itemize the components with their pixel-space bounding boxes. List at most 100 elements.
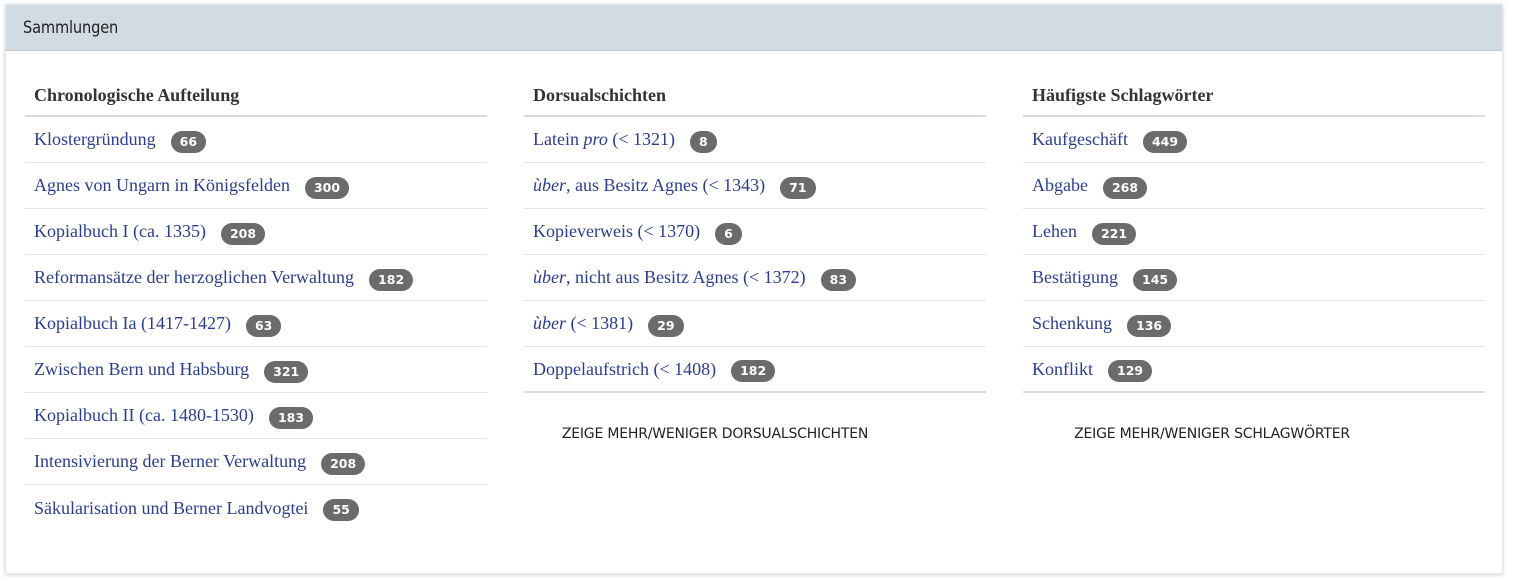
toggle-more-keywords-button[interactable]: ZEIGE MEHR/WENIGER SCHLAGWÖRTER xyxy=(1023,426,1485,442)
link-text: Bestätigung xyxy=(1032,267,1118,287)
link-text: Reformansätze der herzoglichen Verwaltun… xyxy=(34,267,355,287)
link-text: Zwischen Bern und Habsburg xyxy=(34,359,250,379)
list-item: Kaufgeschäft 449 xyxy=(1023,117,1485,163)
link-text: Intensivierung der Berner Verwaltung xyxy=(34,451,307,471)
count-badge: 145 xyxy=(1133,268,1178,291)
link-text: Kopialbuch II (ca. 1480-1530) xyxy=(34,405,254,425)
link-text: Doppelaufstrich (< 1408) xyxy=(533,358,717,379)
count-badge: 66 xyxy=(170,130,207,153)
count-badge: 221 xyxy=(1091,222,1137,245)
list-item: Doppelaufstrich (< 1408) 182 xyxy=(524,347,986,393)
list-item: ùber, nicht aus Besitz Agnes (< 1372) 83 xyxy=(524,255,986,301)
link-text: (< 1381) xyxy=(566,313,634,333)
count-badge: 71 xyxy=(780,176,816,199)
count-badge: 63 xyxy=(245,314,282,337)
link-text: , nicht aus Besitz Agnes (< 1372) xyxy=(566,267,806,287)
link-text: Schenkung xyxy=(1032,313,1112,333)
list-item: Intensivierung der Berner Verwaltung 208 xyxy=(25,439,487,485)
column-keywords: Häufigste Schlagwörter Kaufgeschäft 449 Ab… xyxy=(1023,75,1485,442)
link-text-italic: ùber xyxy=(533,267,566,287)
collection-link[interactable]: Zwischen Bern und Habsburg xyxy=(34,359,249,380)
column-title: Chronologische Aufteilung xyxy=(25,75,487,117)
link-text: , aus Besitz Agnes (< 1343) xyxy=(566,175,766,195)
link-text: (< 1321) xyxy=(607,129,675,149)
list-item: ùber (< 1381) 29 xyxy=(524,301,986,347)
link-text: Kopialbuch I (ca. 1335) xyxy=(34,221,206,241)
collection-link[interactable]: Säkularisation und Berner Landvogtei xyxy=(34,498,308,519)
collection-link[interactable]: Abgabe xyxy=(1032,175,1088,196)
list-item: Bestätigung 145 xyxy=(1023,255,1485,301)
collection-link[interactable]: Kopieverweis (< 1370) xyxy=(533,221,700,242)
collection-link[interactable]: Kaufgeschäft xyxy=(1032,129,1128,150)
list-item: Reformansätze der herzoglichen Verwaltun… xyxy=(25,255,487,301)
count-badge: 208 xyxy=(321,452,366,475)
column-chronology: Chronologische Aufteilung Klostergründun… xyxy=(25,75,487,531)
collection-link[interactable]: ùber, aus Besitz Agnes (< 1343) xyxy=(533,175,765,196)
count-badge: 208 xyxy=(220,222,266,245)
column-dorsal-layers: Dorsualschichten Latein pro (< 1321) 8 ùbe… xyxy=(524,75,986,442)
count-badge: 321 xyxy=(264,360,309,383)
list-item: Kopialbuch II (ca. 1480-1530) 183 xyxy=(25,393,487,439)
count-badge: 182 xyxy=(731,360,776,382)
count-badge: 129 xyxy=(1108,360,1153,382)
list-item: Zwischen Bern und Habsburg 321 xyxy=(25,347,487,393)
link-text: Latein xyxy=(533,129,584,149)
collection-link[interactable]: Kopialbuch II (ca. 1480-1530) xyxy=(34,405,254,426)
collection-link[interactable]: Lehen xyxy=(1032,221,1077,242)
collection-link[interactable]: Schenkung xyxy=(1032,313,1112,334)
list-item: Konflikt 129 xyxy=(1023,347,1485,393)
list-item: Latein pro (< 1321) 8 xyxy=(524,117,986,163)
link-text: Klostergründung xyxy=(34,129,156,149)
collection-link[interactable]: ùber, nicht aus Besitz Agnes (< 1372) xyxy=(533,267,806,288)
collection-link[interactable]: Konflikt xyxy=(1032,359,1093,380)
collection-link[interactable]: ùber (< 1381) xyxy=(533,313,633,334)
column-title: Häufigste Schlagwörter xyxy=(1023,75,1485,117)
count-badge: 6 xyxy=(715,222,742,245)
collection-link[interactable]: Kopialbuch Ia (1417-1427) xyxy=(34,313,231,334)
collection-link[interactable]: Latein pro (< 1321) xyxy=(533,129,675,150)
list: Latein pro (< 1321) 8 ùber, aus Besitz Agn… xyxy=(524,117,986,393)
list-item: Kopialbuch Ia (1417-1427) 63 xyxy=(25,301,487,347)
count-badge: 268 xyxy=(1102,176,1148,199)
count-badge: 136 xyxy=(1127,314,1172,337)
collection-link[interactable]: Klostergründung xyxy=(34,129,156,150)
list-item: Schenkung 136 xyxy=(1023,301,1485,347)
count-badge: 300 xyxy=(304,176,350,199)
link-text-italic: ùber xyxy=(533,175,566,195)
link-text: Kopieverweis (< 1370) xyxy=(533,221,701,241)
count-badge: 183 xyxy=(268,406,314,429)
link-text: Kopialbuch Ia (1417-1427) xyxy=(34,313,231,333)
link-text: Agnes von Ungarn in Königsfelden xyxy=(34,175,290,195)
column-title: Dorsualschichten xyxy=(524,75,986,117)
collections-panel: Sammlungen Chronologische Aufteilung Klo… xyxy=(5,4,1503,574)
link-text: Säkularisation und Berner Landvogtei xyxy=(34,497,309,518)
link-text: Abgabe xyxy=(1032,175,1088,195)
collection-link[interactable]: Bestätigung xyxy=(1032,267,1118,288)
count-badge: 29 xyxy=(648,314,684,337)
collection-link[interactable]: Doppelaufstrich (< 1408) xyxy=(533,359,716,380)
link-text: Lehen xyxy=(1032,221,1077,241)
link-text-italic: pro xyxy=(583,129,608,149)
count-badge: 55 xyxy=(323,499,359,521)
count-badge: 449 xyxy=(1142,130,1188,153)
list-item: Klostergründung 66 xyxy=(25,117,487,163)
collection-link[interactable]: Kopialbuch I (ca. 1335) xyxy=(34,221,206,242)
list-item: Lehen 221 xyxy=(1023,209,1485,255)
collection-link[interactable]: Intensivierung der Berner Verwaltung xyxy=(34,451,306,472)
count-badge: 182 xyxy=(369,268,414,291)
list-item: ùber, aus Besitz Agnes (< 1343) 71 xyxy=(524,163,986,209)
link-text: Kaufgeschäft xyxy=(1032,129,1128,149)
collection-link[interactable]: Agnes von Ungarn in Königsfelden xyxy=(34,175,290,196)
toggle-more-dorsal-button[interactable]: ZEIGE MEHR/WENIGER DORSUALSCHICHTEN xyxy=(524,426,986,442)
list: Klostergründung 66 Agnes von Ungarn in Kön… xyxy=(25,117,487,531)
collection-link[interactable]: Reformansätze der herzoglichen Verwaltun… xyxy=(34,267,354,288)
list: Kaufgeschäft 449 Abgabe 268 Lehen 221 Bestätig… xyxy=(1023,117,1485,393)
list-item: Agnes von Ungarn in Königsfelden 300 xyxy=(25,163,487,209)
count-badge: 8 xyxy=(689,130,717,153)
list-item: Kopieverweis (< 1370) 6 xyxy=(524,209,986,255)
count-badge: 83 xyxy=(820,268,857,291)
panel-title: Sammlungen xyxy=(23,17,119,38)
panel-header: Sammlungen xyxy=(6,5,1502,51)
link-text-italic: ùber xyxy=(533,313,566,333)
list-item: Kopialbuch I (ca. 1335) 208 xyxy=(25,209,487,255)
